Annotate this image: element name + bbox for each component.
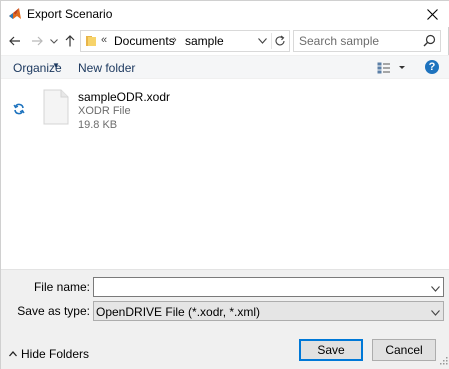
- close-icon: [426, 8, 438, 20]
- caret-down-icon: [399, 66, 405, 69]
- folder-icon: [85, 35, 97, 50]
- arrow-right-icon: [32, 36, 43, 46]
- view-options-icon: [377, 62, 390, 74]
- breadcrumb-documents[interactable]: Documents: [114, 34, 175, 48]
- save-button[interactable]: Save: [299, 339, 363, 361]
- export-scenario-dialog: Export Scenario « Documents › sample Sea…: [0, 0, 449, 369]
- breadcrumb-separator[interactable]: ›: [173, 34, 177, 46]
- file-icon: [43, 89, 69, 128]
- file-item[interactable]: sampleODR.xodr XODR File 19.8 KB: [41, 87, 181, 139]
- matlab-icon: [8, 7, 22, 21]
- close-button[interactable]: [420, 3, 444, 25]
- chevron-down-icon: [431, 305, 440, 319]
- chevron-up-icon: [9, 351, 17, 357]
- back-button[interactable]: [5, 30, 25, 52]
- cancel-button[interactable]: Cancel: [372, 339, 436, 361]
- chevron-down-icon: [50, 38, 58, 44]
- help-button[interactable]: ?: [425, 60, 439, 74]
- save-as-type-select[interactable]: OpenDRIVE File (*.xodr, *.xml): [93, 301, 444, 321]
- caret-down-icon: ▼: [52, 61, 60, 70]
- search-input[interactable]: [294, 31, 418, 51]
- title-bar: Export Scenario: [1, 1, 449, 27]
- save-as-type-value: OpenDRIVE File (*.xodr, *.xml): [96, 305, 261, 319]
- hide-folders-label: Hide Folders: [21, 347, 90, 361]
- dialog-footer: Hide Folders Save Cancel: [1, 323, 449, 369]
- navigation-bar: « Documents › sample: [1, 27, 449, 55]
- forward-button[interactable]: [27, 30, 47, 52]
- search-box[interactable]: [293, 30, 441, 52]
- file-name: sampleODR.xodr: [78, 90, 171, 104]
- chevron-down-icon[interactable]: [431, 281, 440, 295]
- recent-locations-button[interactable]: [47, 30, 61, 52]
- file-type: XODR File: [78, 105, 131, 117]
- chevron-down-icon: [257, 38, 267, 44]
- file-fields-panel: File name: Save as type: OpenDRIVE File …: [1, 269, 449, 323]
- save-as-type-label: Save as type:: [17, 304, 90, 318]
- file-name-combobox[interactable]: [93, 277, 444, 297]
- up-button[interactable]: [61, 30, 79, 52]
- file-name-label: File name:: [33, 280, 90, 294]
- file-size: 19.8 KB: [78, 119, 118, 131]
- hide-folders-button[interactable]: Hide Folders: [9, 347, 89, 361]
- breadcrumb-overflow[interactable]: «: [101, 34, 107, 46]
- arrow-up-icon: [65, 35, 75, 47]
- refresh-icon: [275, 35, 285, 46]
- arrow-left-icon: [9, 36, 20, 46]
- refresh-button[interactable]: [271, 33, 287, 49]
- resize-grip-icon[interactable]: [440, 354, 448, 368]
- change-view-button[interactable]: [377, 59, 407, 77]
- command-bar: Organize ▼ New folder ?: [1, 55, 449, 79]
- breadcrumb-sample[interactable]: sample: [185, 34, 224, 48]
- file-name-input[interactable]: [94, 278, 424, 296]
- sync-status-icon: [13, 103, 25, 118]
- window-title: Export Scenario: [27, 7, 113, 21]
- address-dropdown-button[interactable]: [255, 33, 269, 49]
- file-list[interactable]: sampleODR.xodr XODR File 19.8 KB: [1, 79, 449, 269]
- address-bar[interactable]: « Documents › sample: [80, 30, 290, 52]
- new-folder-button[interactable]: New folder: [78, 61, 135, 75]
- search-icon[interactable]: [423, 34, 436, 50]
